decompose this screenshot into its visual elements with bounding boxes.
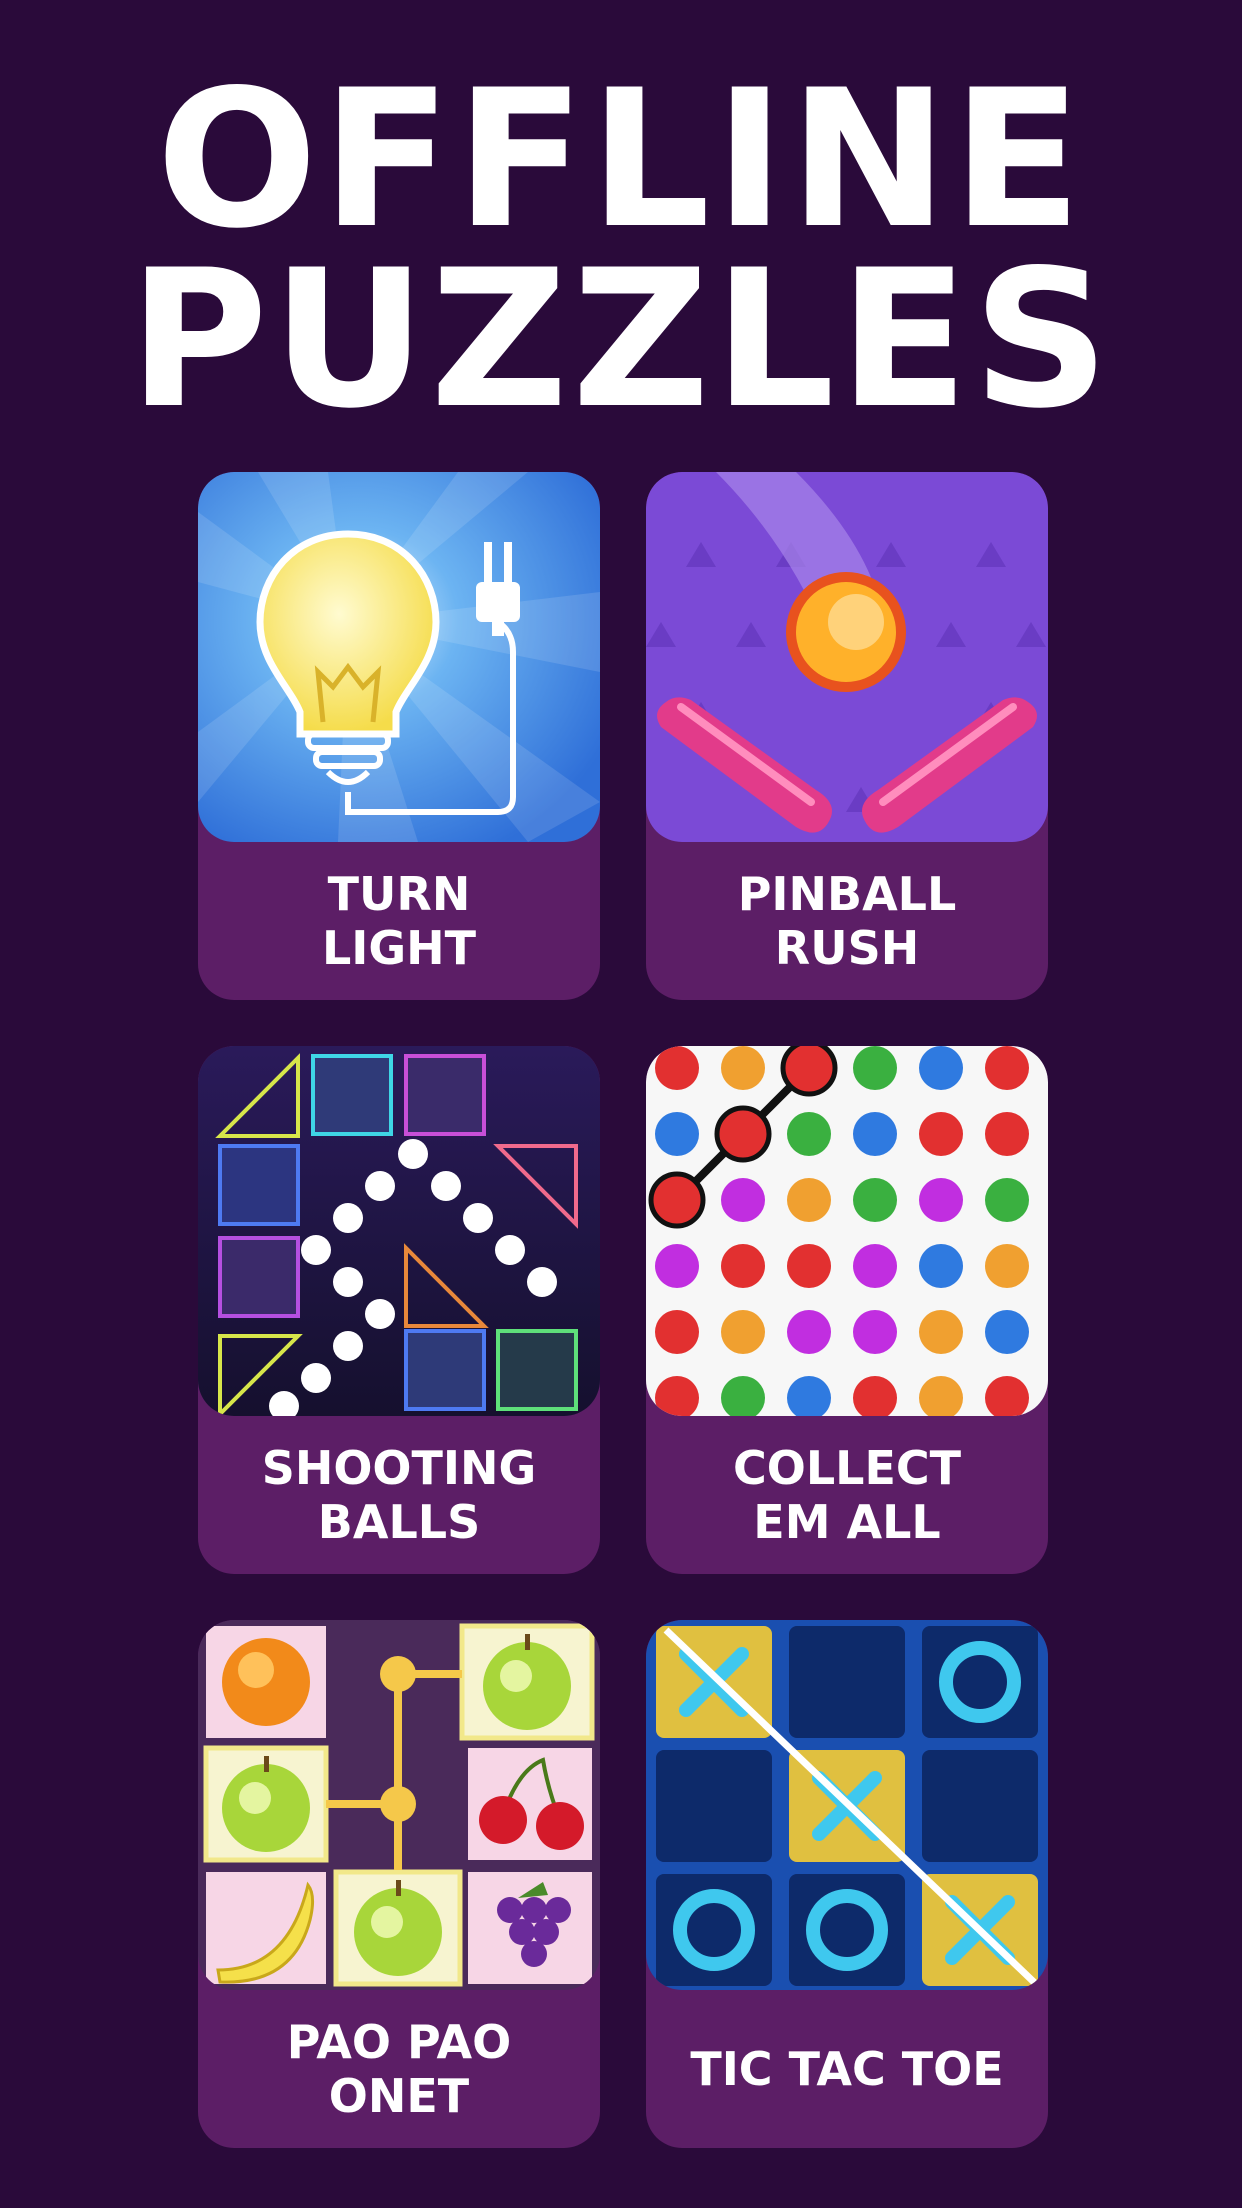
grid-dot — [721, 1310, 765, 1354]
game-card-pinball-rush[interactable]: PINBALL RUSH — [646, 472, 1048, 1000]
grid-dot — [853, 1178, 897, 1222]
grid-dot — [853, 1244, 897, 1288]
grid-dot — [985, 1244, 1029, 1288]
game-title: PAO PAO ONET — [286, 2015, 512, 2123]
game-card-collect-em-all[interactable]: COLLECT EM ALL — [646, 1046, 1048, 1574]
grid-dot — [919, 1046, 963, 1090]
grid-dot — [714, 1105, 772, 1163]
game-card-turn-light[interactable]: TURN LIGHT — [198, 472, 600, 1000]
grid-dot — [985, 1112, 1029, 1156]
page-title: OFFLINE PUZZLES — [0, 49, 1242, 450]
grid-dot — [655, 1046, 699, 1090]
game-title: PINBALL RUSH — [737, 867, 957, 975]
grid-dot — [648, 1171, 706, 1229]
grid-dot — [985, 1310, 1029, 1354]
grid-dot — [853, 1046, 897, 1090]
game-card-pao-pao-onet[interactable]: PAO PAO ONET — [198, 1620, 600, 2148]
fruit-tiles-icon — [198, 1620, 600, 1990]
lightbulb-icon — [198, 472, 600, 842]
grid-dot — [655, 1244, 699, 1288]
grid-dot — [919, 1178, 963, 1222]
shooting-balls-icon — [198, 1046, 600, 1416]
grid-dot — [985, 1178, 1029, 1222]
grid-dot — [787, 1178, 831, 1222]
tic-tac-toe-icon — [646, 1620, 1048, 1990]
grid-dot — [655, 1310, 699, 1354]
title-line-2: PUZZLES — [128, 229, 1114, 450]
game-title: TIC TAC TOE — [690, 2042, 1004, 2096]
grid-dot — [919, 1310, 963, 1354]
game-card-tic-tac-toe[interactable]: TIC TAC TOE — [646, 1620, 1048, 2148]
game-title: SHOOTING BALLS — [261, 1441, 537, 1549]
grid-dot — [721, 1244, 765, 1288]
grid-dot — [853, 1112, 897, 1156]
grid-dot — [780, 1046, 838, 1097]
grid-dot — [919, 1112, 963, 1156]
game-title: COLLECT EM ALL — [732, 1441, 962, 1549]
grid-dot — [721, 1178, 765, 1222]
game-title: TURN LIGHT — [321, 867, 477, 975]
grid-dot — [853, 1310, 897, 1354]
game-card-shooting-balls[interactable]: SHOOTING BALLS — [198, 1046, 600, 1574]
pinball-icon — [646, 472, 1048, 842]
title-line-1: OFFLINE — [156, 49, 1086, 270]
grid-dot — [787, 1310, 831, 1354]
grid-dot — [985, 1046, 1029, 1090]
grid-dot — [919, 1244, 963, 1288]
grid-dot — [787, 1112, 831, 1156]
dots-grid-icon — [646, 1046, 1048, 1416]
grid-dot — [655, 1112, 699, 1156]
grid-dot — [721, 1046, 765, 1090]
grid-dot — [787, 1244, 831, 1288]
